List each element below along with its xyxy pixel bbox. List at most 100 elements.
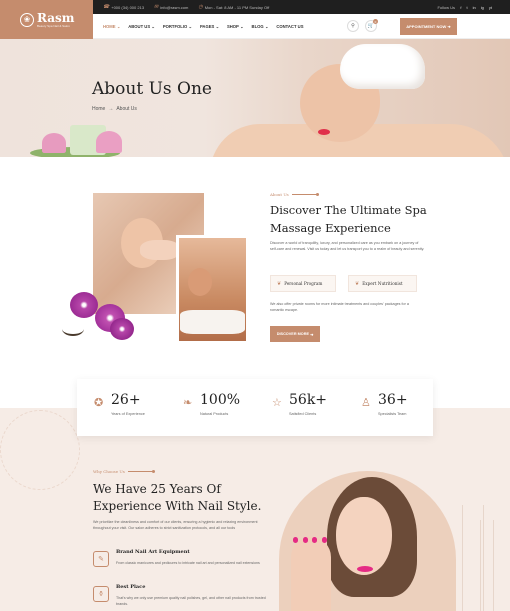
why-title: We Have 25 Years Of Experience With Nail… (93, 482, 262, 514)
lotus-icon: ❦ (355, 280, 360, 287)
mail-icon: ✉ (154, 4, 159, 10)
model-lips (357, 566, 373, 572)
twitter-icon[interactable]: t (467, 5, 468, 10)
stat-experience: ✪ 26+ Years of Experience (77, 379, 166, 436)
stat-label: Years of Experience (111, 412, 145, 416)
arrow-right-icon: ➜ (447, 24, 451, 29)
nav-item-about[interactable]: ABOUT US ⌄ (128, 24, 155, 29)
model-face (336, 497, 392, 575)
linkedin-icon[interactable]: in (473, 5, 476, 10)
specialist-icon: ♙ (361, 397, 371, 409)
logo[interactable]: ❀ Rasm Beauty Spa Nail & Salon (0, 0, 93, 39)
stat-specialists: ♙ 36+ Specialists Team (344, 379, 433, 436)
nav-label: ABOUT US (128, 24, 151, 29)
hours-item: ◷ Mon - Sat: 8 AM - 11 PM Sunday Off (198, 4, 269, 10)
instagram-icon[interactable]: ig (481, 5, 484, 10)
chevron-down-icon: ⌄ (151, 24, 155, 29)
about-paragraph: Discover a world of tranquility, luxury,… (270, 241, 425, 252)
nav-icons: ⚲ 🛒 0 (347, 19, 378, 32)
email-text: info@rasm.com (160, 4, 189, 10)
nav-label: SHOP (226, 24, 239, 29)
arrow-right-icon: → (108, 106, 114, 112)
about-title: Discover The Ultimate Spa Massage Experi… (270, 203, 427, 235)
stat-value: 100% (200, 392, 241, 408)
stat-label: Specialists Team (378, 412, 407, 416)
nav-item-blog[interactable]: BLOG ⌄ (252, 24, 269, 29)
orchid-stem (62, 322, 84, 336)
chevron-down-icon: ⌄ (188, 24, 192, 29)
why-tag-text: Why Choose Us (93, 469, 125, 474)
facebook-icon[interactable]: f (460, 5, 461, 10)
award-icon: ✪ (94, 397, 104, 409)
hero-image-towel (340, 44, 425, 89)
social-links: f t in ig yt (460, 0, 492, 14)
lotus-icon: ❦ (277, 280, 282, 287)
nav-item-home[interactable]: HOME ⌄ (103, 24, 120, 29)
nav-item-contact[interactable]: CONTACT US (276, 24, 303, 29)
arrow-right-icon: ➜ (310, 332, 314, 337)
nav-label: HOME (103, 24, 116, 29)
lotus-decoration (42, 133, 66, 153)
phone-text: +000 (34) 000 213 (111, 4, 145, 10)
why-tag: Why Choose Us (93, 469, 155, 474)
about-image-hand (140, 240, 180, 260)
appointment-label: APPOINTMENT NOW (406, 24, 447, 29)
brand-tagline: Beauty Spa Nail & Salon (37, 23, 70, 28)
chevron-down-icon: ⌄ (240, 24, 244, 29)
about-tag-text: About Us (270, 192, 289, 197)
thumbs-up-icon: ☆ (272, 397, 282, 409)
about-image2-towel (180, 310, 245, 334)
chevron-down-icon: ⌄ (215, 24, 219, 29)
phone-icon: ☎ (103, 4, 110, 10)
youtube-icon[interactable]: yt (489, 5, 492, 10)
about-tag: About Us (270, 192, 319, 197)
feature-personal-program: ❦ Personal Program (270, 275, 336, 292)
nav-label: BLOG (251, 24, 264, 29)
orchid-decoration (70, 292, 98, 318)
page-title: About Us One (92, 79, 212, 99)
nav-menu: HOME ⌄ ABOUT US ⌄ PORTFOLIO ⌄ PAGES ⌄ SH… (103, 14, 303, 39)
lotus-decoration (96, 131, 122, 153)
orchid-decoration (110, 318, 134, 340)
hero-image-lips (318, 129, 330, 135)
hours-text: Mon - Sat: 8 AM - 11 PM Sunday Off (204, 4, 270, 10)
search-icon[interactable]: ⚲ (347, 20, 359, 32)
why-item-title: Best Place (116, 584, 146, 590)
brand-name: Rasm (37, 10, 75, 25)
nav-label: PORTFOLIO (162, 24, 188, 29)
follow-label: Follow Us (437, 4, 455, 10)
breadcrumb-home[interactable]: Home (92, 106, 105, 112)
stat-value: 36+ (378, 392, 408, 408)
stat-natural-products: ❧ 100% Natural Products (166, 379, 255, 436)
tag-line (291, 193, 319, 196)
chevron-down-icon: ⌄ (116, 24, 121, 29)
leaf-icon: ❧ (183, 397, 193, 409)
leaves-decoration (0, 410, 80, 490)
bamboo-decoration (480, 520, 494, 611)
nav-item-shop[interactable]: SHOP ⌄ (227, 24, 244, 29)
cart-icon[interactable]: 🛒 0 (365, 19, 378, 32)
nav-item-portfolio[interactable]: PORTFOLIO ⌄ (163, 24, 192, 29)
breadcrumb-current: About Us (116, 106, 137, 112)
tag-line (127, 470, 155, 473)
breadcrumb: Home → About Us (92, 106, 137, 112)
model-hand (291, 537, 331, 611)
cart-count: 0 (373, 19, 378, 24)
feature-expert-nutritionist: ❦ Expert Nutritionist (348, 275, 417, 292)
why-item-desc: From classic manicures and pedicures to … (116, 561, 260, 565)
nav-label: CONTACT US (276, 24, 304, 29)
feature-label: Expert Nutritionist (362, 281, 403, 286)
stat-label: Natural Products (200, 412, 229, 416)
discover-more-button[interactable]: DISCOVER MORE ➜ (270, 326, 320, 342)
nav-item-pages[interactable]: PAGES ⌄ (200, 24, 219, 29)
stat-value: 56k+ (289, 392, 328, 408)
chevron-down-icon: ⌄ (264, 24, 269, 29)
feature-label: Personal Program (284, 281, 323, 286)
polish-icon: ⚱ (93, 586, 109, 602)
email-item[interactable]: ✉ info@rasm.com (154, 4, 188, 10)
clock-icon: ◷ (198, 4, 203, 10)
phone-item[interactable]: ☎ +000 (34) 000 213 (103, 4, 144, 10)
top-contact: ☎ +000 (34) 000 213 ✉ info@rasm.com ◷ Mon -… (103, 0, 269, 14)
about-paragraph-2: We also offer private rooms for more int… (270, 302, 409, 313)
appointment-button[interactable]: APPOINTMENT NOW ➜ (400, 18, 457, 35)
